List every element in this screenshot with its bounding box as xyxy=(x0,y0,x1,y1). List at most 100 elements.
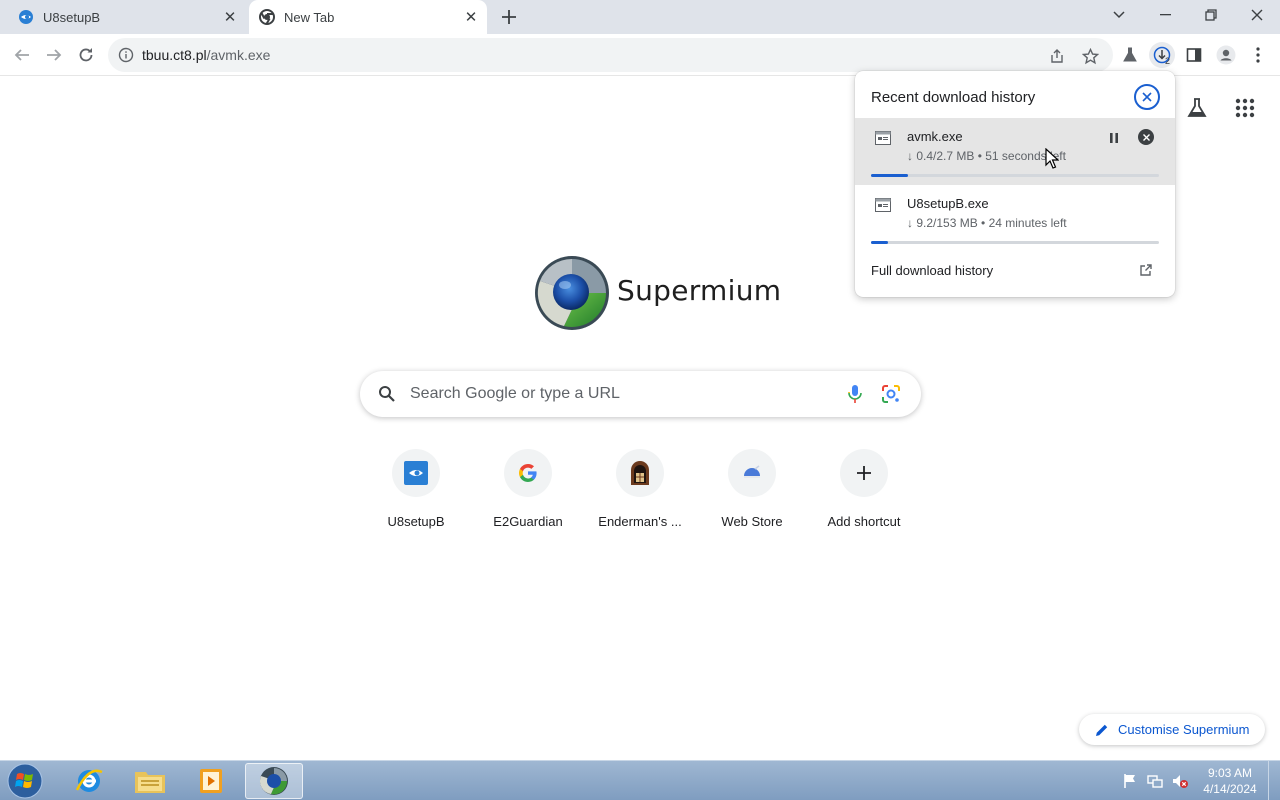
customise-label: Customise Supermium xyxy=(1118,722,1250,737)
download-progress-bar xyxy=(871,241,1159,244)
shortcut-icon-container xyxy=(504,449,552,497)
show-desktop-button[interactable] xyxy=(1268,761,1280,800)
info-icon[interactable] xyxy=(118,47,134,63)
shortcut-e2guardian[interactable]: E2Guardian xyxy=(472,447,584,541)
apps-button[interactable] xyxy=(1235,98,1257,120)
download-item[interactable]: avmk.exe ↓ 0.4/2.7 MB • 51 seconds left xyxy=(855,118,1175,185)
start-button[interactable] xyxy=(6,763,44,799)
minimize-icon xyxy=(1159,14,1171,16)
customise-button[interactable]: Customise Supermium xyxy=(1079,714,1265,745)
media-player-icon xyxy=(200,769,222,793)
tab-u8setupb[interactable]: U8setupB ✕ xyxy=(8,0,246,34)
download-progress-fill xyxy=(871,174,909,177)
shortcut-label: Add shortcut xyxy=(827,514,901,529)
shortcut-icon-container xyxy=(616,449,664,497)
minimize-button[interactable] xyxy=(1142,0,1188,30)
flask-icon xyxy=(1123,47,1137,62)
search-input[interactable] xyxy=(410,379,830,409)
clock-time: 9:03 AM xyxy=(1207,766,1253,780)
shortcut-endermans[interactable]: Enderman's ... xyxy=(584,447,696,541)
microphone-icon[interactable] xyxy=(844,383,866,405)
windows-logo-icon xyxy=(7,763,43,799)
profile-button[interactable] xyxy=(1213,42,1239,68)
downloads-button[interactable]: 2 xyxy=(1149,42,1175,68)
url-path: /avmk.exe xyxy=(206,47,271,63)
taskbar-file-explorer[interactable] xyxy=(121,763,179,799)
taskbar-supermium[interactable] xyxy=(245,763,303,799)
tab-new-tab[interactable]: New Tab ✕ xyxy=(249,0,487,34)
forward-button[interactable] xyxy=(41,42,67,68)
reload-icon xyxy=(79,48,93,62)
web-store-icon xyxy=(744,465,760,478)
shortcut-u8setupb[interactable]: U8setupB xyxy=(360,447,472,541)
enderman-icon xyxy=(631,461,649,485)
open-external-icon[interactable] xyxy=(1139,263,1153,277)
close-icon[interactable]: ✕ xyxy=(461,7,481,27)
shortcut-web-store[interactable]: Web Store xyxy=(696,447,808,541)
side-panel-button[interactable] xyxy=(1181,42,1207,68)
download-item[interactable]: U8setupB.exe ↓ 9.2/153 MB • 24 minutes l… xyxy=(855,185,1175,252)
apps-grid-icon xyxy=(1235,98,1255,118)
download-bubble-title: Recent download history xyxy=(871,89,1036,106)
taskbar-clock[interactable]: 9:03 AM 4/14/2024 xyxy=(1195,765,1265,797)
search-box[interactable] xyxy=(360,371,921,417)
plus-icon xyxy=(502,10,516,24)
u8-favicon-icon xyxy=(18,9,34,25)
google-lens-icon[interactable] xyxy=(880,383,902,405)
brand-name: Supermium xyxy=(617,274,782,307)
shortcut-icon-container xyxy=(840,449,888,497)
avatar-icon xyxy=(1216,45,1236,65)
plus-icon xyxy=(857,466,871,480)
chrome-favicon-icon xyxy=(259,9,275,25)
network-icon[interactable] xyxy=(1147,773,1163,789)
add-shortcut-button[interactable]: Add shortcut xyxy=(808,447,920,541)
arrow-left-icon xyxy=(14,49,29,61)
search-icon xyxy=(379,386,395,402)
back-button[interactable] xyxy=(9,42,35,68)
exe-file-icon xyxy=(875,131,891,145)
share-icon[interactable] xyxy=(1048,47,1066,65)
download-count-badge: 2 xyxy=(1165,56,1171,66)
pause-button[interactable] xyxy=(1106,130,1122,146)
taskbar-internet-explorer[interactable] xyxy=(60,763,118,799)
tab-strip: U8setupB ✕ New Tab ✕ xyxy=(0,0,1280,34)
labs-page-button[interactable] xyxy=(1186,97,1210,121)
chevron-down-icon xyxy=(1113,11,1125,19)
volume-muted-icon[interactable] xyxy=(1172,773,1188,789)
close-icon xyxy=(1142,133,1150,141)
menu-button[interactable] xyxy=(1245,42,1271,68)
full-download-history-link[interactable]: Full download history xyxy=(871,263,993,278)
close-window-button[interactable] xyxy=(1234,0,1280,30)
url-text[interactable]: tbuu.ct8.pl/avmk.exe xyxy=(142,47,270,63)
download-progress-fill xyxy=(871,241,889,244)
reload-button[interactable] xyxy=(73,42,99,68)
supermium-logo-icon xyxy=(535,256,609,330)
bookmark-star-icon[interactable] xyxy=(1081,47,1099,65)
close-icon[interactable]: ✕ xyxy=(220,7,240,27)
labs-flask-button[interactable] xyxy=(1117,42,1143,68)
close-bubble-button[interactable] xyxy=(1134,84,1160,110)
download-status: ↓ 0.4/2.7 MB • 51 seconds left xyxy=(907,149,1066,163)
browser-toolbar: tbuu.ct8.pl/avmk.exe 2 xyxy=(0,34,1280,76)
download-bubble: Recent download history avmk.exe ↓ 0.4/2… xyxy=(855,71,1175,297)
taskbar-media-player[interactable] xyxy=(182,763,240,799)
download-status: ↓ 9.2/153 MB • 24 minutes left xyxy=(907,216,1067,230)
cancel-download-button[interactable] xyxy=(1138,129,1154,145)
shortcut-label: Enderman's ... xyxy=(598,514,682,529)
folder-icon xyxy=(135,772,165,793)
restore-button[interactable] xyxy=(1188,0,1234,30)
download-filename: avmk.exe xyxy=(907,129,963,144)
download-filename: U8setupB.exe xyxy=(907,196,989,211)
internet-explorer-icon xyxy=(75,769,103,792)
new-tab-button[interactable] xyxy=(497,5,521,29)
address-bar[interactable]: tbuu.ct8.pl/avmk.exe xyxy=(108,38,1113,72)
action-center-flag-icon[interactable] xyxy=(1122,773,1138,789)
shortcut-icon-container xyxy=(392,449,440,497)
download-progress-bar xyxy=(871,174,1159,177)
tab-title: New Tab xyxy=(284,9,335,25)
clock-date: 4/14/2024 xyxy=(1203,782,1257,796)
close-icon xyxy=(1251,9,1263,21)
tab-search-button[interactable] xyxy=(1096,0,1142,30)
google-g-icon xyxy=(519,464,537,482)
pause-icon xyxy=(1110,133,1118,143)
